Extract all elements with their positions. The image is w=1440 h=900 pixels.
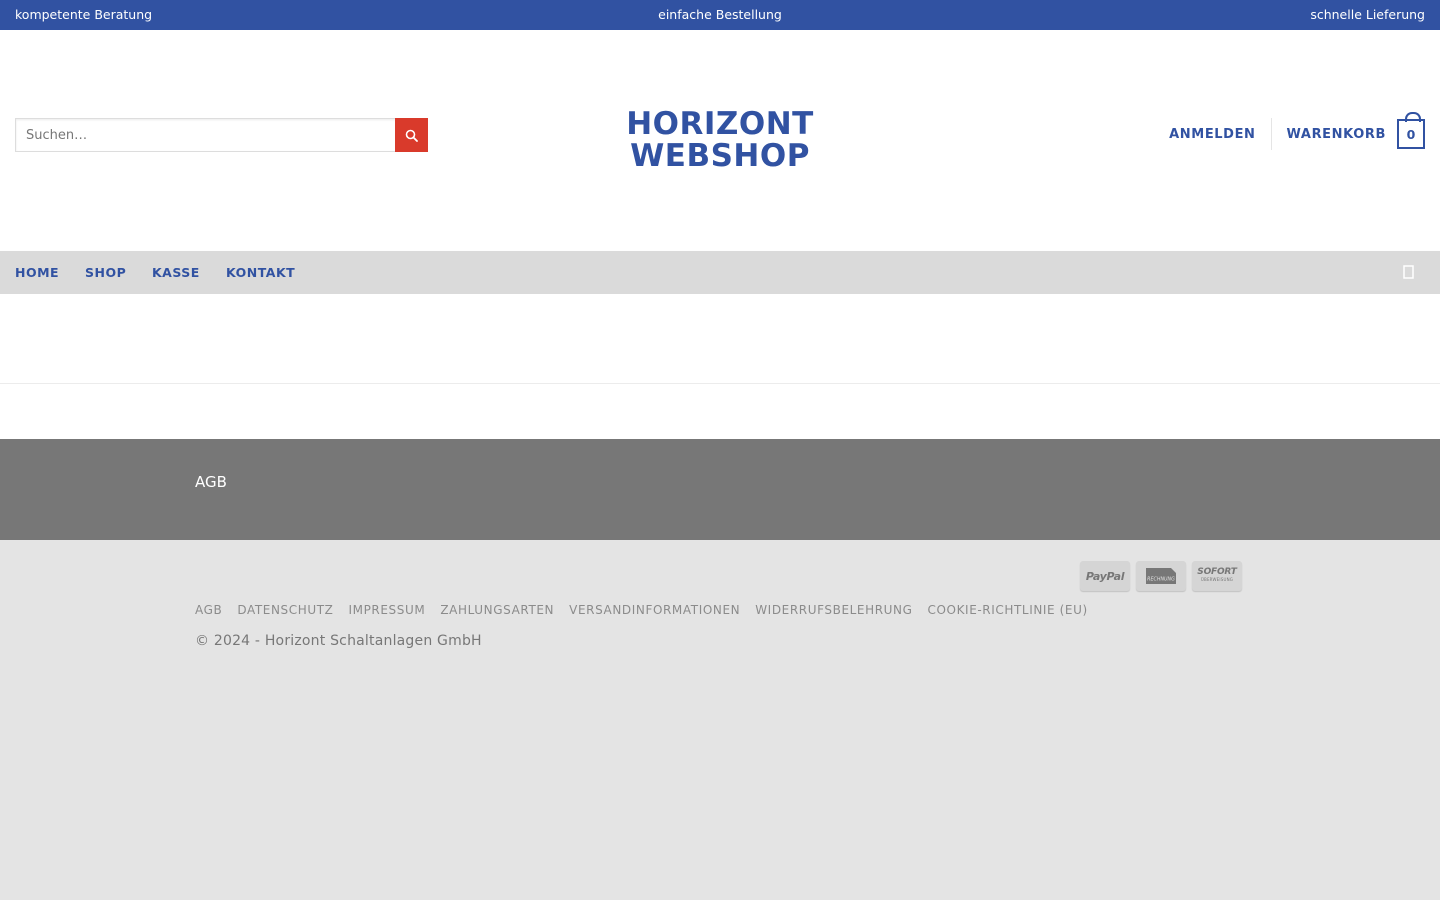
footer-link-agb[interactable]: AGB: [195, 603, 222, 617]
cart-label: WARENKORB: [1286, 126, 1386, 142]
footer-link-datenschutz[interactable]: DATENSCHUTZ: [237, 603, 333, 617]
invoice-label: RECHNUNG: [1147, 577, 1175, 583]
site-logo[interactable]: HORIZONT WEBSHOP: [600, 108, 840, 172]
site-header: HORIZONT WEBSHOP ANMELDEN WARENKORB 0: [0, 30, 1440, 251]
top-bar: kompetente Beratung einfache Bestellung …: [0, 0, 1440, 30]
main-navigation: HOME SHOP KASSE KONTAKT: [0, 251, 1440, 294]
paypal-icon: PayPal: [1080, 561, 1130, 591]
logo-line-2: WEBSHOP: [630, 138, 810, 174]
footer-widgets: AGB: [0, 439, 1440, 540]
footer-link-widerrufsbelehrung[interactable]: WIDERRUFSBELEHRUNG: [755, 603, 912, 617]
nav-item-kontakt[interactable]: KONTAKT: [226, 265, 295, 280]
search-button[interactable]: [395, 118, 428, 152]
sofort-icon: SOFORT ÜBERWEISUNG: [1192, 561, 1242, 591]
invoice-icon: RECHNUNG: [1136, 561, 1186, 591]
footer-link-cookie-richtlinie[interactable]: COOKIE-RICHTLINIE (EU): [928, 603, 1088, 617]
logo-line-1: HORIZONT: [626, 106, 814, 142]
sofort-label: SOFORT: [1197, 567, 1237, 577]
paypal-label: PayPal: [1085, 569, 1125, 583]
cart-link[interactable]: WARENKORB 0: [1286, 112, 1425, 149]
sofort-sub-label: ÜBERWEISUNG: [1200, 577, 1234, 582]
footer-link-impressum[interactable]: IMPRESSUM: [349, 603, 426, 617]
nav-item-home[interactable]: HOME: [15, 265, 59, 280]
header-search-form: [15, 118, 428, 152]
content-divider: [0, 383, 1440, 384]
footer-link-zahlungsarten[interactable]: ZAHLUNGSARTEN: [440, 603, 554, 617]
invoice-graphic: RECHNUNG: [1146, 568, 1176, 584]
copyright-text: © 2024 - Horizont Schaltanlagen GmbH: [195, 633, 482, 649]
payment-icons: PayPal RECHNUNG SOFORT ÜBERWEISUNG: [1080, 561, 1242, 591]
topbar-right-text: schnelle Lieferung: [1310, 7, 1425, 22]
page-content: [0, 294, 1440, 439]
nav-item-kasse[interactable]: KASSE: [152, 265, 200, 280]
footer-link-versandinformationen[interactable]: VERSANDINFORMATIONEN: [569, 603, 740, 617]
topbar-center-text: einfache Bestellung: [658, 7, 782, 22]
footer-bottom: PayPal RECHNUNG SOFORT ÜBERWEISUNG AGB D…: [0, 540, 1440, 900]
search-icon: [405, 129, 418, 142]
footer-links: AGB DATENSCHUTZ IMPRESSUM ZAHLUNGSARTEN …: [195, 603, 1103, 617]
header-divider: [1270, 118, 1272, 150]
search-input[interactable]: [15, 118, 396, 152]
header-account-area: ANMELDEN WARENKORB 0: [1169, 112, 1425, 152]
footer-widget-agb[interactable]: AGB: [195, 473, 227, 491]
search-icon[interactable]: [1402, 264, 1416, 280]
cart-count-badge: 0: [1397, 112, 1425, 149]
nav-item-shop[interactable]: SHOP: [85, 265, 126, 280]
login-link[interactable]: ANMELDEN: [1169, 127, 1270, 142]
